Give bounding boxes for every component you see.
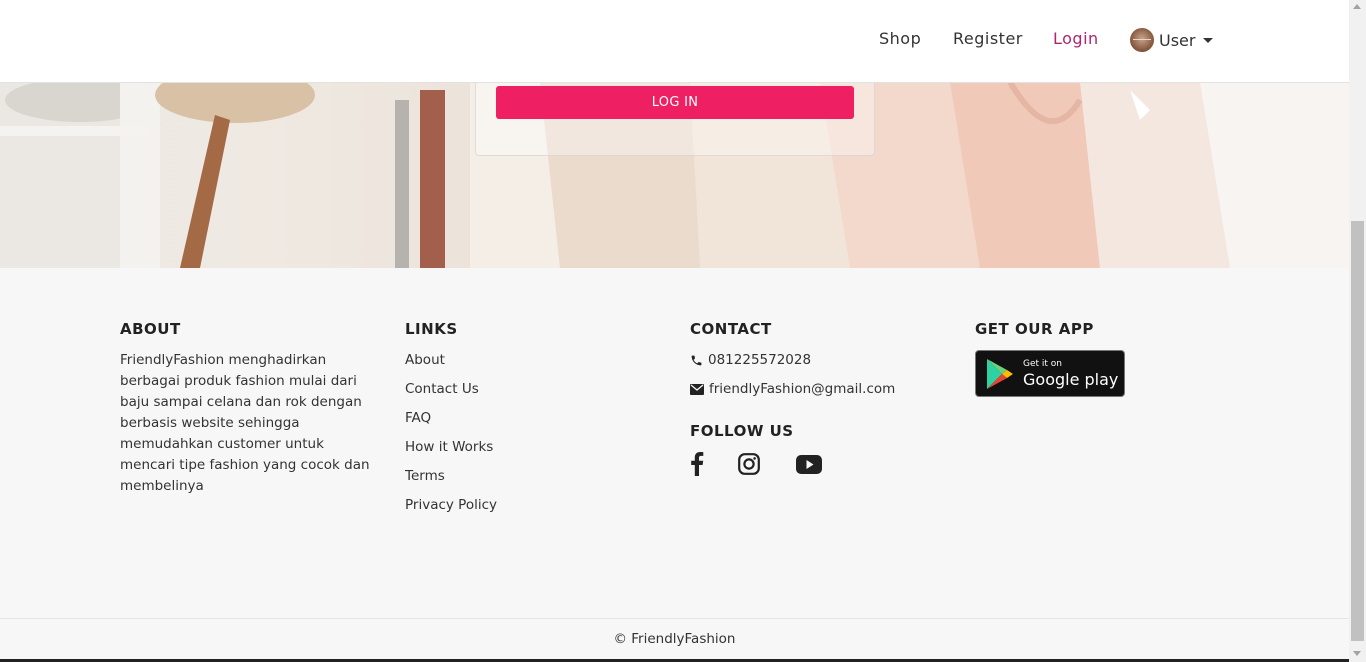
youtube-icon[interactable] (796, 454, 822, 478)
social-icons (690, 452, 895, 480)
footer-link-contact-us[interactable]: Contact Us (405, 375, 497, 404)
nav-link-login[interactable]: Login (1053, 29, 1099, 48)
user-dropdown-label: User (1159, 30, 1196, 50)
contact-phone: 081225572028 (690, 346, 895, 375)
copyright-bar: © FriendlyFashion (0, 618, 1349, 662)
page: LOG IN Shop Register Login User ABOUT Fr… (0, 0, 1349, 662)
links-title: LINKS (405, 320, 458, 338)
about-text: FriendlyFashion menghadirkan berbagai pr… (120, 352, 370, 494)
email-address[interactable]: friendlyFashion@gmail.com (709, 375, 895, 404)
avatar (1130, 28, 1154, 52)
google-play-big-text: Google play (1023, 369, 1119, 389)
footer-links-column: LINKS About Contact Us FAQ How it Works … (405, 320, 497, 520)
footer: ABOUT FriendlyFashion menghadirkan berba… (0, 268, 1349, 619)
footer-about-column: ABOUT FriendlyFashion menghadirkan berba… (120, 320, 372, 497)
envelope-icon (690, 384, 704, 395)
footer-links-list: About Contact Us FAQ How it Works Terms … (405, 346, 497, 520)
nav-link-shop[interactable]: Shop (879, 29, 921, 48)
navbar: Shop Register Login User (0, 0, 1349, 83)
phone-icon (691, 355, 702, 366)
phone-number: 081225572028 (708, 352, 812, 368)
google-play-badge[interactable]: Get it on Google play (975, 350, 1125, 397)
facebook-icon[interactable] (690, 452, 704, 480)
user-dropdown[interactable]: User (1130, 27, 1214, 53)
login-submit-button[interactable]: LOG IN (496, 86, 854, 119)
footer-contact-column: CONTACT 081225572028 friendlyFashion@gma… (690, 320, 895, 480)
footer-link-faq[interactable]: FAQ (405, 404, 497, 433)
contact-title: CONTACT (690, 320, 772, 338)
copyright-text: © FriendlyFashion (613, 631, 736, 647)
caret-down-icon (1203, 37, 1214, 43)
nav-link-register[interactable]: Register (953, 29, 1023, 48)
footer-link-about[interactable]: About (405, 346, 497, 375)
footer-link-privacy-policy[interactable]: Privacy Policy (405, 491, 497, 520)
instagram-icon[interactable] (738, 453, 760, 479)
footer-link-terms[interactable]: Terms (405, 462, 497, 491)
follow-title: FOLLOW US (690, 422, 794, 440)
app-title: GET OUR APP (975, 320, 1094, 338)
scroll-up-arrow-icon[interactable] (1353, 4, 1361, 9)
google-play-small-text: Get it on (1023, 358, 1063, 369)
google-play-icon (987, 358, 1013, 389)
footer-link-how-it-works[interactable]: How it Works (405, 433, 497, 462)
contact-email: friendlyFashion@gmail.com (690, 375, 895, 404)
scrollbar-thumb[interactable] (1351, 221, 1364, 641)
about-title: ABOUT (120, 320, 181, 338)
footer-app-column: GET OUR APP Get it on Google play (975, 320, 1125, 397)
scroll-down-arrow-icon[interactable] (1353, 651, 1361, 656)
vertical-scrollbar[interactable] (1349, 0, 1366, 662)
